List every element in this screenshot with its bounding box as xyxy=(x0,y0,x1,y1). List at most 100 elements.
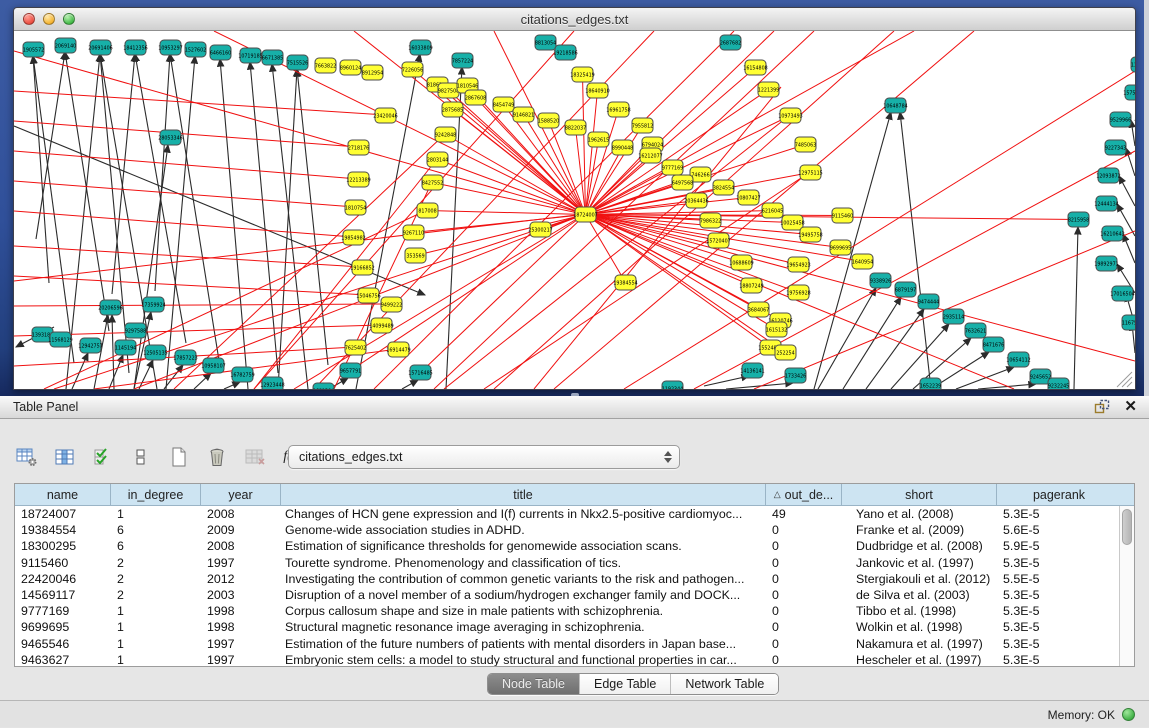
network-window-titlebar[interactable]: citations_edges.txt xyxy=(14,8,1135,31)
table-row[interactable]: 911546021997Tourette syndrome. Phenomeno… xyxy=(15,555,1134,571)
graph-node[interactable]: 8912954 xyxy=(362,65,383,80)
graph-node[interactable]: 817008 xyxy=(417,203,438,218)
graph-node[interactable]: 23420046 xyxy=(373,108,397,123)
graph-node[interactable]: 16914479 xyxy=(386,342,410,357)
graph-node[interactable]: 9699695 xyxy=(830,240,851,255)
graph-node[interactable]: 1640954 xyxy=(852,254,873,269)
graph-node[interactable]: 2935114 xyxy=(943,309,964,324)
graph-node[interactable]: 7955812 xyxy=(632,118,653,133)
graph-node[interactable]: 28053346 xyxy=(158,130,182,145)
table-scrollbar[interactable] xyxy=(1119,506,1134,666)
graph-node[interactable]: 19218586 xyxy=(553,45,577,60)
graph-node[interactable]: 19892971 xyxy=(1094,256,1118,271)
graph-node[interactable]: 8822037 xyxy=(565,120,586,135)
network-canvas[interactable]: 1872400719055722069140206914061841235610… xyxy=(14,31,1135,390)
graph-node[interactable]: 8427552 xyxy=(422,175,443,190)
graph-node[interactable]: 1117534 xyxy=(1131,57,1135,72)
select-all-rows-button[interactable] xyxy=(90,443,116,471)
graph-node[interactable]: 9338926 xyxy=(870,273,891,288)
graph-node[interactable]: 16782759 xyxy=(230,367,254,382)
graph-node[interactable]: 7485063 xyxy=(795,137,816,152)
table-row[interactable]: 969969511998Structural magnetic resonanc… xyxy=(15,619,1134,635)
column-header-pagerank[interactable]: pagerank xyxy=(997,484,1121,505)
graph-node[interactable]: 10958107 xyxy=(201,358,225,373)
graph-node[interactable]: 12975115 xyxy=(798,165,822,180)
graph-node[interactable]: 20206596 xyxy=(98,300,122,315)
graph-node[interactable]: 10648784 xyxy=(883,98,907,113)
graph-node[interactable]: 19495758 xyxy=(798,227,822,242)
close-panel-icon[interactable]: ✕ xyxy=(1124,399,1137,415)
graph-node[interactable]: 2803144 xyxy=(427,152,448,167)
graph-node[interactable]: 18640910 xyxy=(585,83,609,98)
graph-node[interactable]: 1221399 xyxy=(758,82,779,97)
graph-node[interactable]: 9267110 xyxy=(403,225,424,240)
graph-node[interactable]: 9777169 xyxy=(662,160,683,175)
graph-node[interactable]: 15716485 xyxy=(408,365,432,380)
graph-node[interactable]: 1588520 xyxy=(538,113,559,128)
graph-node[interactable]: 7226056 xyxy=(402,62,423,77)
graph-node[interactable]: 8471676 xyxy=(983,337,1004,352)
graph-node[interactable]: 6497568 xyxy=(672,175,693,190)
graph-node[interactable]: 6216045 xyxy=(762,203,783,218)
graph-node[interactable]: 9227343 xyxy=(1105,140,1126,155)
graph-node[interactable]: 9499222 xyxy=(381,297,402,312)
graph-node[interactable]: 6671385 xyxy=(262,50,283,65)
graph-node[interactable]: 17359924 xyxy=(141,297,165,312)
graph-node[interactable]: 15046756 xyxy=(356,288,380,303)
graph-node[interactable]: 9146821 xyxy=(513,107,534,122)
graph-node[interactable]: 10953297 xyxy=(158,40,182,55)
delete-table-button[interactable] xyxy=(242,443,268,471)
tab-edge-table[interactable]: Edge Table xyxy=(580,674,671,694)
graph-node[interactable]: 9297588 xyxy=(125,323,146,338)
graph-node[interactable]: 1905572 xyxy=(23,42,44,57)
graph-node[interactable]: 2718176 xyxy=(348,140,369,155)
graph-node[interactable]: 7986322 xyxy=(700,213,721,228)
table-row[interactable]: 946554611997Estimation of the future num… xyxy=(15,636,1134,652)
column-header-short[interactable]: short xyxy=(842,484,997,505)
tab-node-table[interactable]: Node Table xyxy=(488,674,580,694)
graph-node[interactable]: 7632621 xyxy=(965,323,986,338)
graph-node[interactable]: 1167533 xyxy=(1122,315,1135,330)
table-row[interactable]: 977716911998Corpus callosum shape and si… xyxy=(15,603,1134,619)
graph-node[interactable]: 12505135 xyxy=(143,345,167,360)
graph-node[interactable]: 19384554 xyxy=(613,275,637,290)
graph-node[interactable]: 1962615 xyxy=(588,132,609,147)
graph-node[interactable]: 1652239 xyxy=(920,378,941,390)
graph-node[interactable]: 8990448 xyxy=(612,140,633,155)
graph-node[interactable]: 19756928 xyxy=(786,285,810,300)
graph-node[interactable]: 7625402 xyxy=(345,340,366,355)
graph-node[interactable]: 10719185 xyxy=(238,48,262,63)
graph-node[interactable]: 1615132 xyxy=(766,322,787,337)
table-settings-button[interactable] xyxy=(14,443,40,471)
table-row[interactable]: 1938455462009Genome-wide association stu… xyxy=(15,522,1134,538)
graph-node[interactable]: 2867608 xyxy=(465,90,486,105)
graph-node[interactable]: 9474444 xyxy=(918,294,939,309)
graph-node[interactable]: 10807427 xyxy=(736,190,760,205)
graph-node[interactable]: 18412356 xyxy=(123,40,147,55)
graph-node[interactable]: 17857223 xyxy=(173,350,197,365)
graph-node[interactable]: 9242848 xyxy=(435,127,456,142)
graph-node[interactable]: 1192344 xyxy=(662,381,683,390)
graph-node[interactable]: 2875685 xyxy=(442,102,463,117)
graph-node[interactable]: 7857224 xyxy=(452,53,473,68)
graph-node[interactable]: 6879197 xyxy=(895,282,916,297)
graph-node[interactable]: 20691406 xyxy=(88,40,112,55)
graph-node[interactable]: 3824554 xyxy=(713,180,734,195)
graph-node[interactable]: 353569 xyxy=(405,248,426,263)
graph-node[interactable]: 1145194 xyxy=(115,340,136,355)
graph-node[interactable]: 12213389 xyxy=(346,172,370,187)
graph-node[interactable]: 9232245 xyxy=(1048,378,1069,390)
graph-node[interactable]: 12444134 xyxy=(1094,196,1118,211)
network-window[interactable]: citations_edges.txt 18724007190557220691… xyxy=(13,7,1136,390)
graph-node[interactable]: 6466160 xyxy=(210,45,231,60)
graph-node[interactable]: 12942757 xyxy=(78,338,102,353)
table-row[interactable]: 2242004622012Investigating the contribut… xyxy=(15,571,1134,587)
graph-node[interactable]: 16212077 xyxy=(638,148,662,163)
graph-node[interactable]: 7515526 xyxy=(287,55,308,70)
table-row[interactable]: 1830029562008Estimation of significance … xyxy=(15,538,1134,554)
graph-node[interactable]: 18807249 xyxy=(739,278,763,293)
graph-node[interactable]: 8960124 xyxy=(340,60,361,75)
graph-node[interactable]: 16961758 xyxy=(606,102,630,117)
select-columns-button[interactable] xyxy=(52,443,78,471)
citation-network-graph[interactable]: 1872400719055722069140206914061841235610… xyxy=(14,31,1135,390)
